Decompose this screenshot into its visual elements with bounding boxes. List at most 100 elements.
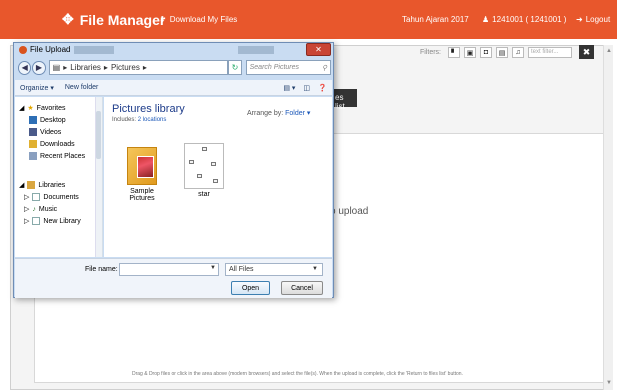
close-panel-button[interactable]: ✖: [579, 45, 594, 59]
cancel-button[interactable]: Cancel: [281, 281, 323, 295]
nav-desktop-label: Desktop: [40, 116, 66, 124]
file-item[interactable]: star: [182, 143, 226, 198]
nav-documents[interactable]: ▷ Documents: [24, 193, 79, 201]
address-bar[interactable]: ▤ ▸ Libraries ▸ Pictures ▸: [48, 60, 229, 75]
folder-icon: ▤: [52, 63, 61, 72]
arrange-by: Arrange by: Folder ▾: [247, 109, 310, 117]
logout-icon: ➜: [576, 15, 583, 24]
view-controls: ▤ ▾ ◫ ❓: [283, 84, 326, 92]
file-item[interactable]: Sample Pictures: [120, 147, 164, 202]
scroll-down-icon[interactable]: ▼: [606, 380, 612, 386]
blurred-title-text: [74, 46, 114, 54]
page-scrollbar[interactable]: ▲ ▼: [603, 45, 613, 390]
scroll-up-icon[interactable]: ▲: [606, 48, 612, 54]
search-input[interactable]: Search Pictures ⚲: [245, 60, 332, 75]
text-filter-input[interactable]: text filter...: [528, 47, 572, 58]
new-folder-button[interactable]: New folder: [65, 84, 98, 91]
chevron-right-icon: ▸: [63, 63, 68, 72]
recent-places-icon: [29, 152, 37, 160]
user-icon: ♟: [482, 15, 490, 24]
filter-music-icon[interactable]: ♫: [512, 47, 524, 58]
brand[interactable]: ✥ File Manager: [62, 11, 165, 28]
collapse-icon[interactable]: ▷: [24, 193, 29, 201]
collapse-icon[interactable]: ▷: [24, 217, 29, 225]
expand-icon[interactable]: ◢: [19, 181, 24, 189]
chevron-down-icon: ▼: [312, 266, 318, 272]
collapse-icon[interactable]: ▷: [24, 205, 29, 213]
file-name-label: File name:: [85, 266, 118, 273]
change-view-icon[interactable]: ▤ ▾: [283, 84, 295, 92]
file-type-select[interactable]: All Files ▼: [225, 263, 323, 276]
dialog-title: File Upload: [30, 45, 71, 54]
top-navbar: ✥ File Manager ⬇ Download My Files Tahun…: [0, 0, 617, 39]
nav-recent-places[interactable]: Recent Places: [29, 152, 85, 160]
search-icon: ⚲: [321, 64, 328, 72]
breadcrumb-libraries[interactable]: Libraries: [70, 63, 101, 72]
library-includes: Includes: 2 locations: [112, 117, 166, 123]
download-label: Download My Files: [169, 15, 238, 24]
file-name-input[interactable]: [119, 263, 219, 276]
cog-group-icon: ✥: [62, 11, 74, 27]
open-button[interactable]: Open: [231, 281, 270, 295]
videos-icon: [29, 128, 37, 136]
nav-new-library[interactable]: ▷ New Library: [24, 217, 81, 225]
nav-favorites[interactable]: ◢ ★ Favorites: [19, 104, 66, 113]
chevron-right-icon: ▸: [103, 63, 108, 72]
address-row: ◀ ▶ ▤ ▸ Libraries ▸ Pictures ▸ ↻ Search …: [18, 59, 332, 76]
file-item-label: star: [198, 191, 210, 198]
nav-music-label: Music: [38, 205, 58, 213]
filters-label: Filters:: [420, 49, 441, 56]
folder-icon: [127, 147, 157, 185]
help-icon[interactable]: ❓: [318, 84, 327, 92]
filter-video-icon[interactable]: ▤: [496, 47, 508, 58]
close-dialog-button[interactable]: ✕: [306, 43, 331, 56]
tooltip: es list: [333, 89, 357, 111]
filter-image-icon[interactable]: ▣: [464, 47, 476, 58]
preview-pane-icon[interactable]: ◫: [303, 84, 310, 92]
nav-music[interactable]: ▷ ♪ Music: [24, 205, 58, 214]
forward-icon[interactable]: ▶: [32, 60, 46, 75]
expand-icon[interactable]: ◢: [19, 104, 24, 112]
file-upload-dialog: File Upload ✕ ◀ ▶ ▤ ▸ Libraries ▸ Pictur…: [13, 42, 334, 298]
new-library-icon: [32, 217, 41, 225]
organize-button[interactable]: Organize ▾: [20, 84, 54, 92]
nav-favorites-label: Favorites: [36, 104, 66, 112]
logout-link[interactable]: ➜ Logout: [576, 15, 610, 24]
filter-file-icon[interactable]: ▘: [448, 47, 460, 58]
academic-year: Tahun Ajaran 2017: [402, 15, 469, 24]
nav-libraries[interactable]: ◢ Libraries: [19, 181, 65, 189]
chevron-down-icon[interactable]: ▼: [210, 265, 216, 271]
library-title: Pictures library: [112, 103, 185, 115]
nav-new-library-label: New Library: [43, 217, 81, 225]
arrange-by-dropdown[interactable]: Folder ▾: [285, 110, 310, 117]
browser-icon: [19, 46, 27, 54]
nav-downloads[interactable]: Downloads: [29, 140, 75, 148]
dropzone-hint: o upload: [330, 206, 369, 217]
nav-desktop[interactable]: Desktop: [29, 116, 66, 124]
organize-label: Organize: [20, 84, 49, 92]
file-list-pane: Pictures library Includes: 2 locations A…: [104, 97, 332, 257]
download-my-files-link[interactable]: ⬇ Download My Files: [159, 15, 237, 24]
includes-prefix: Includes:: [112, 117, 137, 123]
nav-recent-label: Recent Places: [40, 152, 86, 160]
nav-libraries-label: Libraries: [38, 181, 66, 189]
navigation-pane: ◢ ★ Favorites Desktop Videos Downloads R…: [15, 97, 103, 257]
documents-icon: [32, 193, 41, 201]
star-icon: ★: [27, 105, 34, 112]
nav-scrollbar-thumb[interactable]: [96, 111, 101, 159]
nav-videos[interactable]: Videos: [29, 128, 61, 136]
brand-title: File Manager: [79, 11, 166, 28]
filter-document-icon[interactable]: ◘: [480, 47, 492, 58]
includes-locations-link[interactable]: 2 locations: [138, 117, 167, 123]
dialog-toolbar: Organize ▾ New folder ▤ ▾ ◫ ❓: [15, 80, 332, 96]
arrange-label: Arrange by:: [247, 110, 284, 117]
dropzone-footer-hint: Drag & Drop files or click in the area a…: [132, 371, 463, 377]
breadcrumb-pictures[interactable]: Pictures: [111, 63, 140, 72]
music-icon: ♪: [32, 205, 36, 213]
arrange-value: Folder: [285, 110, 305, 117]
refresh-icon[interactable]: ↻: [228, 60, 242, 75]
nav-documents-label: Documents: [43, 193, 79, 201]
user-info[interactable]: ♟ 1241001 ( 1241001 ): [482, 15, 566, 24]
back-icon[interactable]: ◀: [18, 60, 32, 75]
downloads-icon: [29, 140, 37, 148]
